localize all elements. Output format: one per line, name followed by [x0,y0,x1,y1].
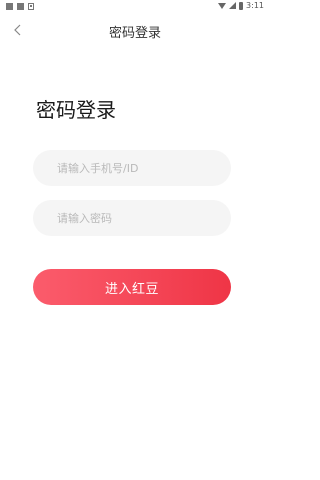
notification-icons [6,3,34,10]
status-bar: 3:11 [0,0,270,14]
password-input[interactable] [33,200,231,236]
page-title: 密码登录 [36,98,116,122]
battery-icon [239,1,244,10]
notification-square-icon [17,3,24,10]
system-indicators: 3:11 [218,1,264,10]
enter-button[interactable]: 进入红豆 [33,269,231,305]
notification-square-icon [6,3,13,10]
phone-id-input[interactable] [33,150,231,186]
signal-icon [229,2,237,9]
wifi-icon [218,2,227,9]
notification-app-icon [28,3,34,10]
nav-title: 密码登录 [108,26,161,41]
status-time: 3:11 [246,1,264,10]
navigation-bar: 密码登录 [0,14,270,46]
